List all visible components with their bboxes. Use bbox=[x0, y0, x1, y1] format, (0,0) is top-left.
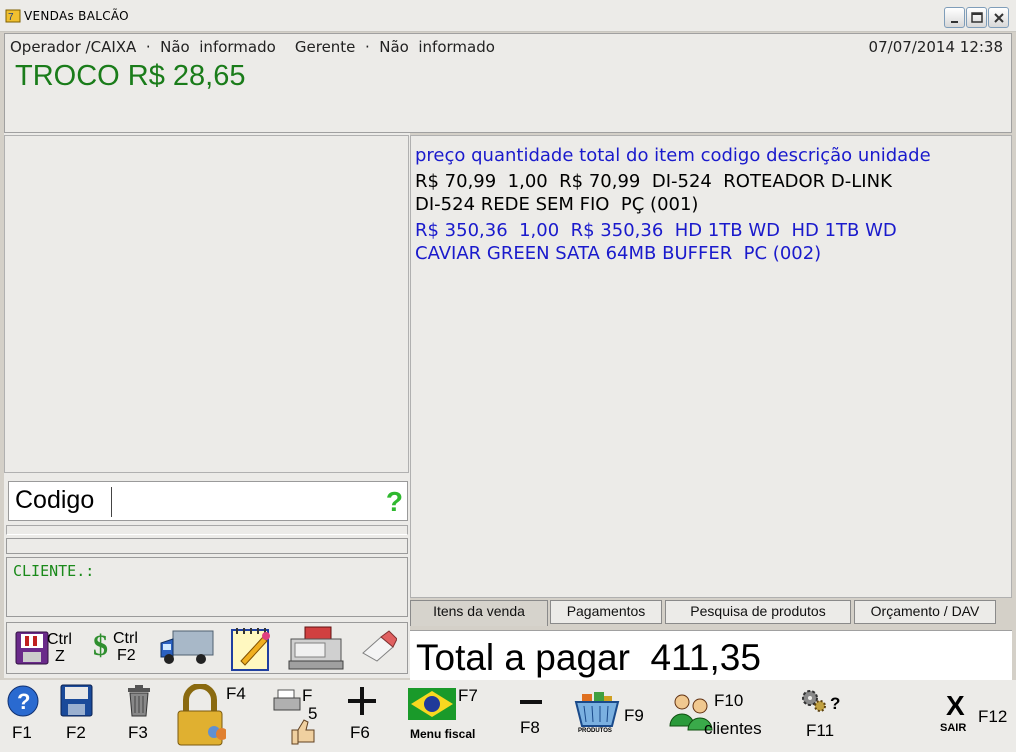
left-toolbar: Ctrl Z $ Ctrl F2 bbox=[6, 622, 408, 674]
f1-help-button[interactable]: ? F1 bbox=[4, 680, 44, 752]
sair-caption: SAIR bbox=[940, 722, 967, 734]
date-time: 07/07/2014 12:38 bbox=[868, 38, 1003, 56]
svg-text:?: ? bbox=[17, 689, 30, 714]
floppy-icon bbox=[60, 684, 93, 717]
f4-label: F4 bbox=[226, 684, 246, 703]
svg-text:7: 7 bbox=[8, 12, 14, 23]
sale-item-line[interactable]: R$ 70,99 1,00 R$ 70,99 DI-524 ROTEADOR D… bbox=[415, 171, 892, 192]
f1-label: F1 bbox=[12, 723, 32, 742]
status-field bbox=[6, 538, 408, 554]
change-amount: TROCO R$ 28,65 bbox=[15, 60, 246, 92]
title-bar: 7 VENDAs BALCÃO bbox=[0, 0, 1016, 32]
delivery-button[interactable] bbox=[159, 625, 217, 671]
f2-label: F2 bbox=[117, 647, 136, 664]
f11-label: F11 bbox=[806, 721, 835, 740]
sale-header: Operador /CAIXA · Não informado Gerente … bbox=[4, 33, 1012, 133]
f3-delete-button[interactable]: F3 bbox=[122, 680, 162, 752]
tab-pesquisa-de-produtos[interactable]: Pesquisa de produtos bbox=[665, 600, 851, 624]
f9-products-button[interactable]: PRODUTOS F9 bbox=[570, 680, 650, 752]
f9-label: F9 bbox=[624, 706, 644, 725]
f6-label: F6 bbox=[350, 723, 370, 742]
tab-pagamentos[interactable]: Pagamentos bbox=[550, 600, 662, 624]
gears-icon bbox=[802, 690, 826, 712]
f11-settings-button[interactable]: ? F11 bbox=[798, 680, 854, 752]
total-box: Total a pagar 411,35 bbox=[410, 630, 1012, 680]
f6-add-button[interactable]: F6 bbox=[340, 680, 384, 752]
ctrl-label: Ctrl bbox=[47, 631, 72, 648]
left-panel: Codigo ? CLIENTE.: Ctrl Z $ Ctrl F2 bbox=[4, 133, 410, 678]
f2-button[interactable]: F2 bbox=[58, 680, 98, 752]
cliente-field[interactable]: CLIENTE.: bbox=[6, 557, 408, 617]
padlock-users-icon bbox=[177, 684, 226, 746]
f5-print-button[interactable]: F 5 bbox=[270, 680, 324, 752]
f3-label: F3 bbox=[128, 723, 148, 742]
brazil-flag-icon bbox=[408, 688, 456, 720]
help-circle-icon: ? bbox=[7, 685, 39, 717]
maximize-button[interactable] bbox=[966, 7, 987, 28]
close-icon bbox=[994, 13, 1004, 23]
tab-bar: Itens da venda Pagamentos Pesquisa de pr… bbox=[410, 598, 1012, 626]
f11-question: ? bbox=[830, 694, 841, 713]
ctrl-z-button[interactable]: Ctrl Z bbox=[13, 625, 83, 671]
total-to-pay: Total a pagar 411,35 bbox=[416, 637, 761, 678]
z-label: Z bbox=[55, 648, 65, 665]
codigo-label: Codigo bbox=[15, 486, 95, 514]
close-button[interactable] bbox=[988, 7, 1009, 28]
minimize-icon bbox=[951, 21, 958, 23]
floppy-pause-icon bbox=[15, 631, 49, 665]
help-icon[interactable]: ? bbox=[386, 486, 403, 518]
minus-icon bbox=[520, 700, 542, 704]
exit-x-icon: X bbox=[946, 690, 965, 721]
sale-item-line[interactable]: R$ 350,36 1,00 R$ 350,36 HD 1TB WD HD 1T… bbox=[415, 220, 897, 241]
notes-button[interactable] bbox=[229, 625, 275, 671]
app-logo-icon: 7 bbox=[5, 9, 21, 23]
dollar-icon: $ bbox=[93, 629, 108, 662]
sale-item-line[interactable]: DI-524 REDE SEM FIO PÇ (001) bbox=[415, 194, 698, 215]
f4-lock-button[interactable]: F4 bbox=[174, 680, 254, 752]
ctrl-f2-button[interactable]: $ Ctrl F2 bbox=[93, 625, 153, 671]
tab-itens-da-venda[interactable]: Itens da venda bbox=[410, 600, 548, 626]
cash-register-button[interactable] bbox=[287, 625, 347, 671]
window-title: VENDAs BALCÃO bbox=[24, 9, 129, 23]
f5-label-5: 5 bbox=[308, 704, 318, 723]
plus-icon bbox=[348, 687, 376, 715]
function-key-bar: ? F1 F2 F3 F4 F 5 F6 F7 Menu fiscal F8 P… bbox=[0, 680, 1016, 752]
eraser-button[interactable] bbox=[359, 625, 399, 671]
truck-icon bbox=[160, 630, 214, 664]
printer-icon bbox=[273, 689, 301, 711]
text-cursor bbox=[111, 487, 112, 517]
separator bbox=[6, 525, 408, 535]
notepad-icon bbox=[231, 628, 270, 671]
operator-info: Operador /CAIXA · Não informado Gerente … bbox=[10, 38, 495, 56]
f5-label-f: F bbox=[302, 686, 313, 705]
trash-icon bbox=[128, 685, 150, 717]
f7-label: F7 bbox=[458, 686, 478, 705]
cliente-label: CLIENTE.: bbox=[13, 562, 95, 580]
f10-clients-button[interactable]: F10 clientes bbox=[664, 680, 776, 752]
tab-orcamento-dav[interactable]: Orçamento / DAV bbox=[854, 600, 996, 624]
codigo-input[interactable]: Codigo ? bbox=[8, 481, 408, 521]
items-column-header: preço quantidade total do item codigo de… bbox=[415, 145, 931, 166]
sale-item-line[interactable]: CAVIAR GREEN SATA 64MB BUFFER PC (002) bbox=[415, 243, 821, 264]
f12-exit-button[interactable]: X SAIR F12 bbox=[936, 680, 1012, 752]
ctrl-label: Ctrl bbox=[113, 630, 138, 647]
menu-fiscal-caption: Menu fiscal bbox=[410, 727, 476, 741]
f7-menu-fiscal-button[interactable]: F7 Menu fiscal bbox=[406, 680, 496, 752]
clientes-caption: clientes bbox=[704, 719, 762, 738]
f12-label: F12 bbox=[978, 707, 1008, 726]
eraser-icon bbox=[362, 630, 398, 662]
maximize-icon bbox=[971, 12, 983, 23]
f8-remove-button[interactable]: F8 bbox=[510, 680, 550, 752]
produtos-caption: PRODUTOS bbox=[578, 728, 612, 734]
f10-label: F10 bbox=[714, 691, 744, 710]
f8-label: F8 bbox=[520, 718, 540, 737]
product-image-area bbox=[4, 135, 409, 473]
f2-label: F2 bbox=[66, 723, 86, 742]
cash-register-icon bbox=[288, 626, 344, 670]
sale-items-panel: preço quantidade total do item codigo de… bbox=[410, 135, 1012, 598]
minimize-button[interactable] bbox=[944, 7, 965, 28]
